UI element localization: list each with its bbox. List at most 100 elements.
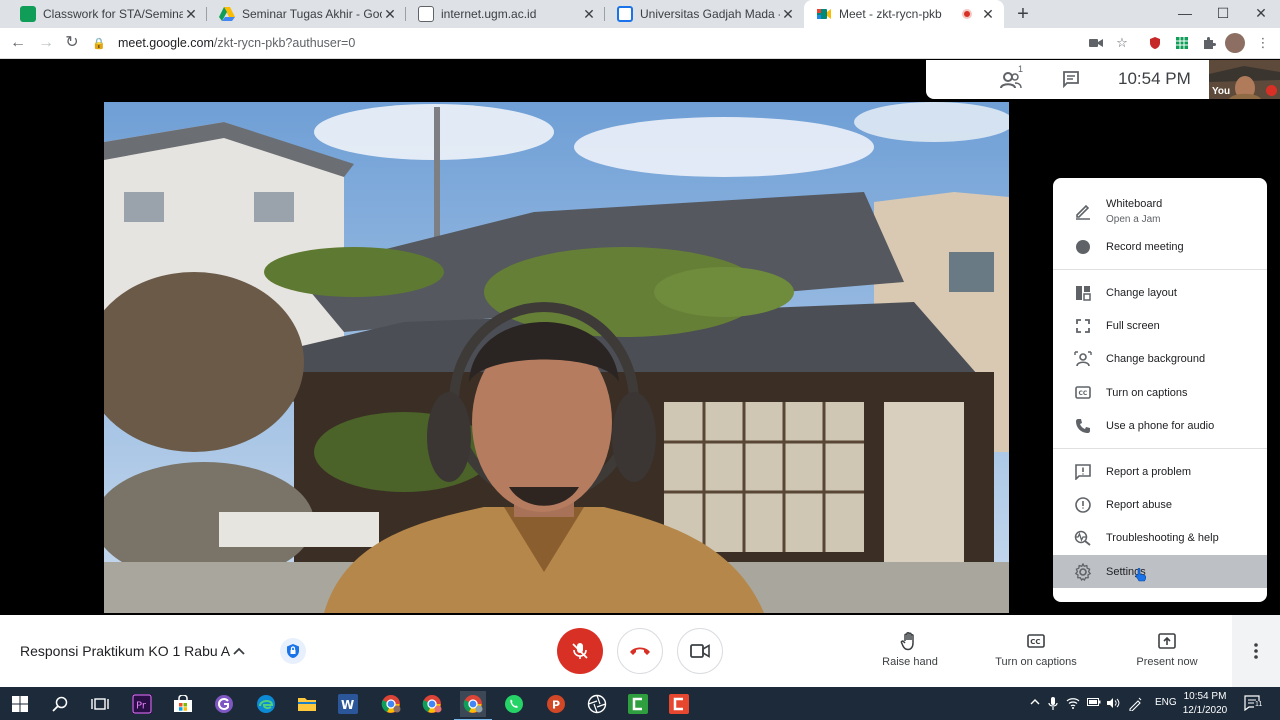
fullscreen-icon — [1073, 316, 1093, 336]
hand-icon — [900, 632, 914, 651]
captions-button[interactable]: CC Turn on captions — [990, 631, 1082, 673]
close-icon[interactable]: ✕ — [382, 6, 398, 23]
meet-control-bar: Responsi Praktikum KO 1 Rabu A Raise han… — [0, 615, 1280, 687]
tab-internet-ugm[interactable]: internet.ugm.ac.id ✕ — [406, 0, 605, 28]
lock-icon: 🔒 — [92, 37, 106, 50]
taskbar-chrome-2[interactable] — [419, 691, 445, 717]
show-hidden-icons-chevron[interactable] — [1030, 697, 1040, 711]
bookmark-star-icon[interactable]: ☆ — [1113, 34, 1131, 52]
present-now-button[interactable]: Present now — [1130, 631, 1204, 673]
taskbar-date: 12/1/2020 — [1182, 705, 1228, 716]
taskbar-powerpoint[interactable]: P — [543, 691, 569, 717]
meeting-details-chevron-icon[interactable] — [232, 644, 246, 658]
pen-workspace-icon[interactable] — [1128, 697, 1142, 712]
minimize-button[interactable]: — — [1166, 0, 1204, 28]
url-path: /zkt-rycn-pkb?authuser=0 — [213, 36, 356, 50]
self-view-tile[interactable]: You — [1209, 60, 1280, 99]
people-button[interactable]: 1 — [1000, 64, 1024, 91]
svg-text:CC: CC — [1030, 638, 1040, 646]
tab-drive[interactable]: Seminar Tugas Akhir - Google Drive ✕ — [207, 0, 406, 28]
battery-icon[interactable] — [1087, 697, 1101, 711]
menu-divider — [1053, 269, 1267, 270]
window-close-button[interactable]: ✕ — [1242, 0, 1280, 28]
menu-item-change-background[interactable]: Change background — [1053, 342, 1267, 375]
microphone-tray-icon[interactable] — [1048, 697, 1058, 711]
menu-item-report-abuse[interactable]: Report abuse — [1053, 488, 1267, 521]
camtasia-icon — [628, 694, 648, 714]
microphone-toggle-button[interactable] — [557, 628, 603, 674]
camera-in-use-icon[interactable] — [1087, 34, 1105, 52]
taskbar-store[interactable] — [170, 691, 196, 717]
extension-sheets-icon[interactable] — [1173, 34, 1191, 52]
taskbar-time: 10:54 PM — [1183, 691, 1227, 702]
new-tab-button[interactable]: + — [1012, 3, 1034, 25]
feedback-icon — [1073, 462, 1093, 482]
menu-item-troubleshooting[interactable]: Troubleshooting & help — [1053, 521, 1267, 554]
menu-item-settings[interactable]: Settings — [1053, 555, 1267, 588]
menu-item-record[interactable]: Record meeting — [1053, 230, 1267, 263]
taskbar-chrome-3[interactable] — [454, 691, 492, 720]
menu-item-label: Troubleshooting & help — [1106, 531, 1219, 544]
search-button[interactable] — [47, 691, 73, 717]
menu-item-captions[interactable]: CC Turn on captions — [1053, 376, 1267, 409]
premiere-pro-icon: Pr — [132, 694, 152, 714]
menu-item-label: Whiteboard — [1106, 198, 1163, 210]
volume-icon[interactable] — [1106, 697, 1120, 711]
maximize-button[interactable]: ☐ — [1204, 0, 1242, 28]
reload-button[interactable]: ↻ — [61, 32, 83, 54]
taskbar-file-explorer[interactable] — [294, 691, 320, 717]
notification-center-icon[interactable]: 11 — [1244, 695, 1264, 712]
forward-button[interactable]: → — [35, 32, 57, 54]
pencil-icon — [1073, 201, 1093, 221]
profile-avatar[interactable] — [1225, 33, 1245, 53]
chrome-icon — [422, 695, 442, 713]
taskbar-whatsapp[interactable] — [501, 691, 527, 717]
more-options-button[interactable] — [1232, 615, 1280, 687]
menu-item-change-layout[interactable]: Change layout — [1053, 276, 1267, 309]
tab-classwork[interactable]: Classwork for STA/Seminar Skripsi ✕ — [8, 0, 207, 28]
leave-call-button[interactable] — [617, 628, 663, 674]
close-icon[interactable]: ✕ — [980, 6, 996, 23]
task-view-button[interactable] — [87, 691, 113, 717]
taskbar-premiere[interactable]: Pr — [129, 691, 155, 717]
tab-calendar[interactable]: Universitas Gadjah Mada - Calendar ✕ — [605, 0, 804, 28]
start-button[interactable] — [7, 691, 33, 717]
network-wifi-icon[interactable] — [1066, 697, 1080, 711]
taskbar-chrome-1[interactable] — [378, 691, 404, 717]
close-icon[interactable]: ✕ — [581, 6, 597, 23]
taskbar-app-aperture[interactable] — [584, 691, 610, 717]
tab-title: Meet - zkt-rycn-pkb — [839, 7, 942, 21]
menu-item-whiteboard[interactable]: Whiteboard Open a Jam — [1053, 193, 1267, 229]
svg-text:CC: CC — [1079, 390, 1088, 397]
host-controls-shield-icon[interactable] — [280, 638, 306, 664]
browser-toolbar: ← → ↻ 🔒 meet.google.com /zkt-rycn-pkb?au… — [0, 28, 1280, 59]
extensions-puzzle-icon[interactable] — [1200, 34, 1218, 52]
taskbar-camtasia-green[interactable] — [625, 691, 651, 717]
extension-shield-icon[interactable] — [1146, 34, 1164, 52]
meet-icon — [816, 6, 832, 22]
camera-toggle-button[interactable] — [677, 628, 723, 674]
menu-item-full-screen[interactable]: Full screen — [1053, 309, 1267, 342]
globe-icon — [418, 6, 434, 22]
present-screen-icon — [1158, 633, 1176, 649]
chrome-icon — [381, 695, 401, 713]
svg-text:Pr: Pr — [136, 701, 147, 712]
taskbar-edge[interactable] — [253, 691, 279, 717]
browser-menu-icon[interactable]: ⋮ — [1254, 34, 1272, 52]
close-icon[interactable]: ✕ — [780, 6, 796, 23]
tab-meet[interactable]: Meet - zkt-rycn-pkb ✕ — [804, 0, 1004, 28]
close-icon[interactable]: ✕ — [183, 6, 199, 23]
menu-item-report-problem[interactable]: Report a problem — [1053, 455, 1267, 488]
address-bar[interactable]: 🔒 meet.google.com /zkt-rycn-pkb?authuser… — [92, 31, 1142, 55]
taskbar-clock[interactable]: 10:54 PM 12/1/2020 — [1180, 690, 1230, 718]
alert-circle-icon — [1073, 495, 1093, 515]
chat-button[interactable] — [1062, 70, 1082, 90]
menu-item-phone-audio[interactable]: Use a phone for audio — [1053, 409, 1267, 442]
taskbar-camtasia-red[interactable] — [666, 691, 692, 717]
raise-hand-button[interactable]: Raise hand — [872, 631, 948, 673]
taskbar-word[interactable]: W — [335, 691, 361, 717]
tab-title: Seminar Tugas Akhir - Google Drive — [242, 7, 382, 21]
taskbar-app-g[interactable] — [211, 691, 237, 717]
input-language[interactable]: ENG — [1155, 697, 1177, 711]
back-button[interactable]: ← — [7, 32, 29, 54]
